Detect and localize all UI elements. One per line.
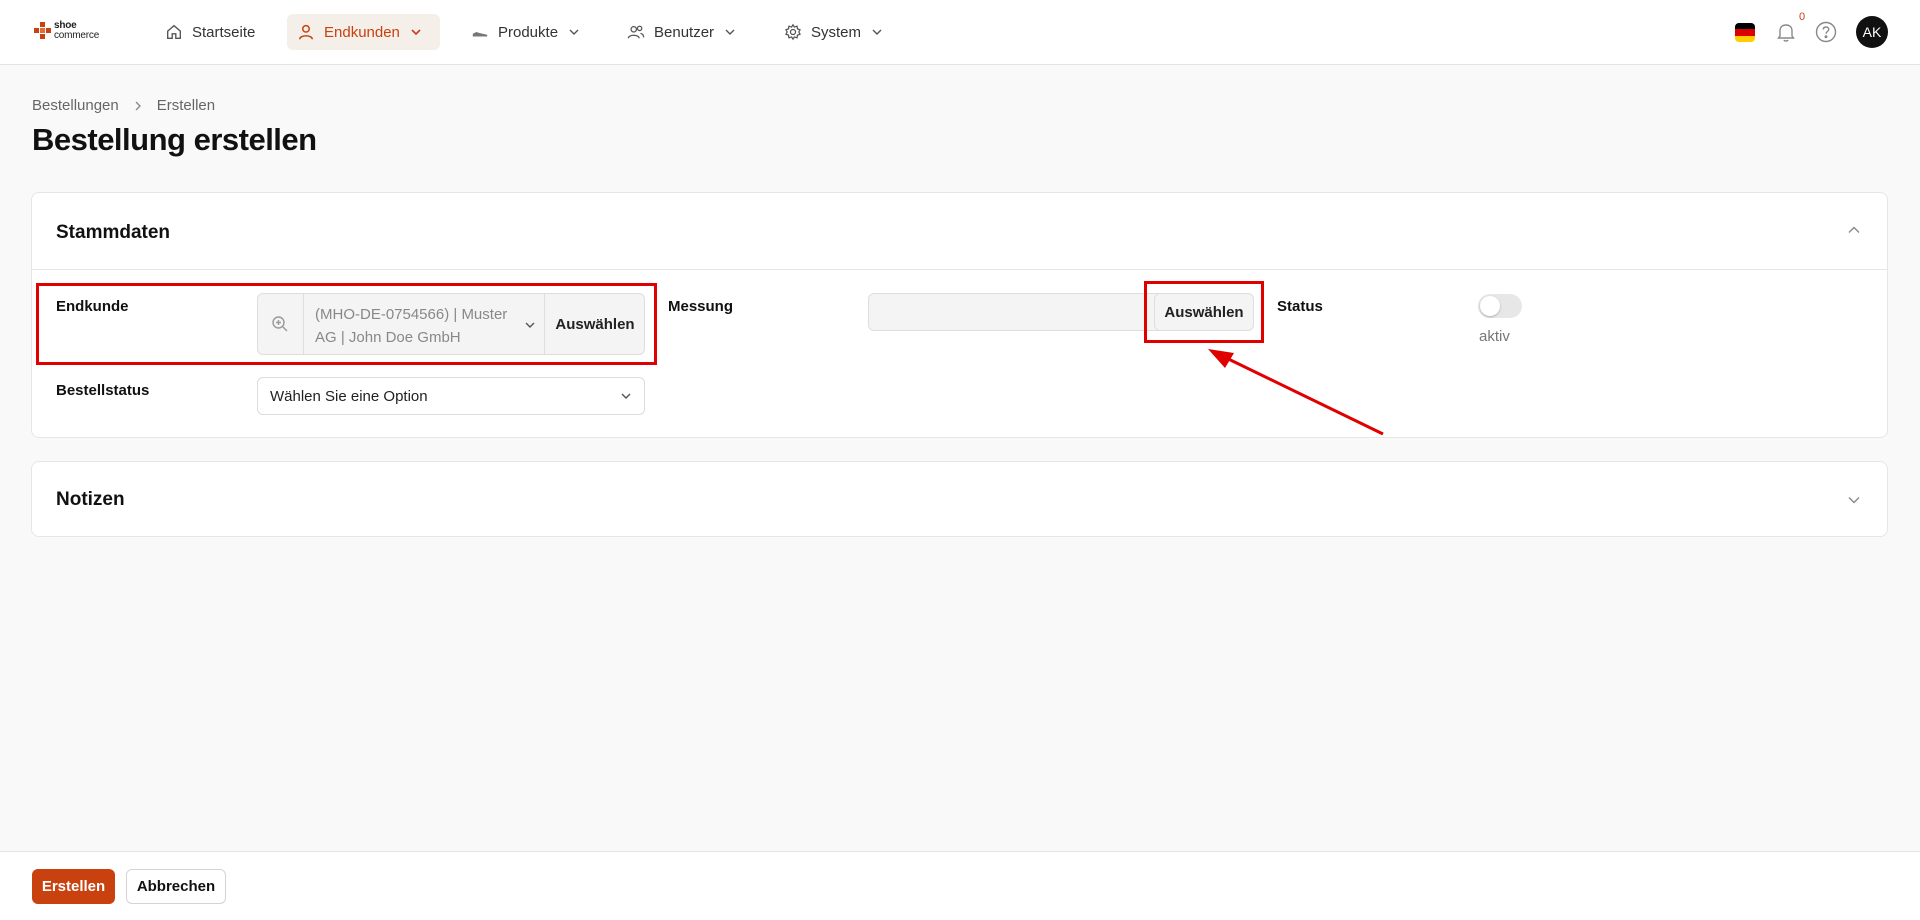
- chevron-down-icon: [725, 29, 735, 35]
- status-toggle-text: aktiv: [1479, 328, 1510, 345]
- nav-item-system[interactable]: System: [774, 14, 893, 50]
- form-footer: Erstellen Abbrechen: [0, 851, 1920, 920]
- cancel-button[interactable]: Abbrechen: [126, 869, 226, 904]
- nav-label-produkte: Produkte: [498, 23, 559, 41]
- breadcrumb-current: Erstellen: [156, 97, 216, 114]
- nav-item-benutzer[interactable]: Benutzer: [617, 14, 746, 50]
- nav-label-benutzer: Benutzer: [654, 23, 715, 41]
- user-icon: [298, 24, 314, 40]
- chevron-down-icon: [621, 393, 631, 399]
- section-divider: [32, 269, 1887, 270]
- shoe-icon: [472, 32, 488, 37]
- annotation-box-endkunde: [36, 283, 657, 365]
- language-flag-icon[interactable]: [1735, 23, 1755, 42]
- notizen-title[interactable]: Notizen: [56, 489, 125, 511]
- help-icon[interactable]: [1815, 21, 1837, 43]
- nav-item-startseite[interactable]: Startseite: [155, 14, 265, 50]
- brand-logo[interactable]: shoe commerce: [34, 20, 114, 46]
- users-icon: [627, 25, 645, 39]
- chevron-right-icon: [135, 101, 141, 110]
- chevron-down-icon: [569, 29, 579, 35]
- nav-label-endkunden: Endkunden: [324, 23, 400, 41]
- page-title: Bestellung erstellen: [32, 122, 317, 157]
- toggle-knob: [1480, 296, 1500, 316]
- chevron-up-icon[interactable]: [1847, 223, 1861, 237]
- notizen-card: Notizen: [31, 461, 1888, 537]
- chevron-down-icon: [411, 29, 421, 36]
- nav-label-system: System: [811, 23, 862, 41]
- annotation-box-messung-button: [1144, 281, 1264, 343]
- chevron-down-icon: [872, 29, 882, 35]
- bestellstatus-select[interactable]: Wählen Sie eine Option: [257, 377, 645, 415]
- home-icon: [167, 24, 181, 39]
- status-toggle[interactable]: [1478, 294, 1522, 318]
- logo-mark-icon: [34, 22, 51, 39]
- bell-icon[interactable]: [1776, 21, 1796, 43]
- chevron-down-icon[interactable]: [1847, 493, 1861, 507]
- top-navigation: shoe commerce Startseite Endkunden Produ…: [0, 0, 1920, 65]
- bestellstatus-label: Bestellstatus: [56, 382, 150, 399]
- nav-label-startseite: Startseite: [192, 23, 256, 41]
- create-button[interactable]: Erstellen: [32, 869, 115, 904]
- stammdaten-title[interactable]: Stammdaten: [56, 222, 170, 244]
- logo-text-line2: commerce: [54, 30, 100, 41]
- breadcrumb: Bestellungen Erstellen: [32, 97, 215, 114]
- breadcrumb-link-bestellungen[interactable]: Bestellungen: [32, 97, 119, 114]
- notification-count-badge: 0: [1799, 11, 1806, 23]
- gear-icon: [785, 23, 801, 41]
- nav-item-endkunden[interactable]: Endkunden: [287, 14, 440, 50]
- messung-select[interactable]: [868, 293, 1181, 331]
- messung-label: Messung: [668, 298, 734, 315]
- nav-item-produkte[interactable]: Produkte: [461, 14, 590, 50]
- avatar[interactable]: AK: [1856, 16, 1888, 48]
- bestellstatus-value: Wählen Sie eine Option: [270, 387, 428, 405]
- status-label: Status: [1277, 298, 1323, 315]
- annotation-arrow-icon: [1208, 349, 1384, 436]
